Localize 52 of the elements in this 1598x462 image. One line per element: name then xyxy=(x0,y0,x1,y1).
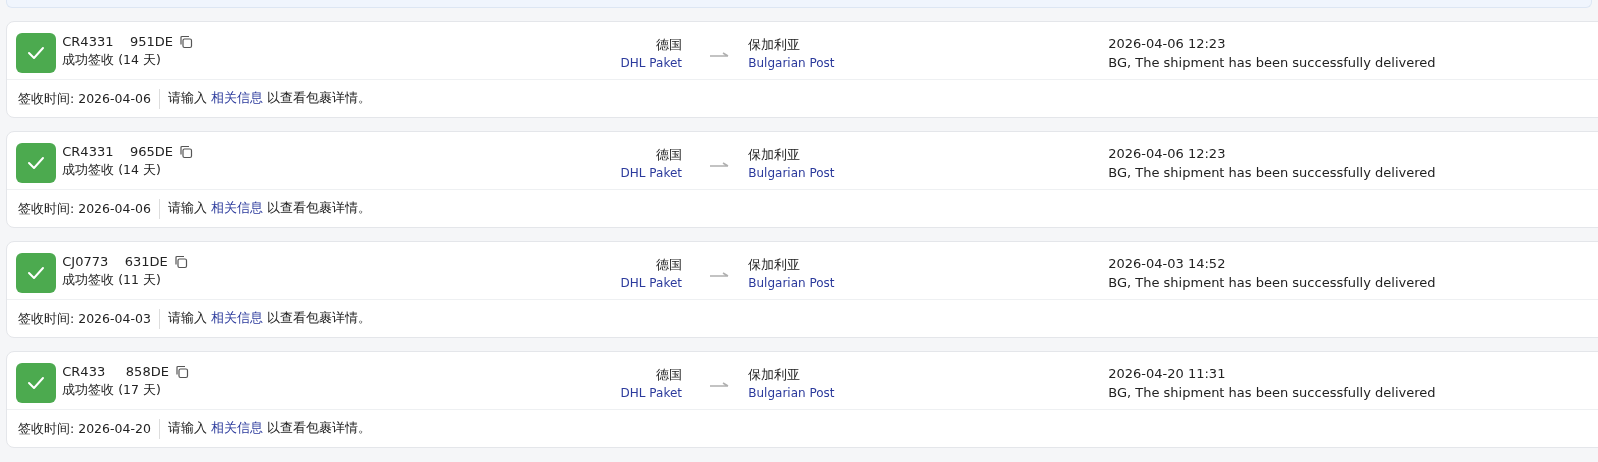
info-link[interactable]: 相关信息 xyxy=(210,310,263,326)
tracking-number: CJ0773 631DE xyxy=(62,253,168,271)
origin-carrier: DHL Paket xyxy=(620,386,682,400)
status-text: 成功签收 (14 天) xyxy=(62,161,162,179)
event-time: 2026-04-20 11:31 xyxy=(1108,366,1226,381)
arrow-icon xyxy=(710,52,730,58)
origin-country: 德国 xyxy=(656,367,682,382)
event-description: BG, The shipment has been successfully delivered xyxy=(1108,275,1436,290)
copy-icon[interactable] xyxy=(174,255,189,269)
detail-hint: 请输入 相关信息 以查看包裹详情。 xyxy=(167,89,371,108)
event-time: 2026-04-06 12:23 xyxy=(1108,36,1226,51)
event-time: 2026-04-06 12:23 xyxy=(1108,146,1226,161)
event-description: BG, The shipment has been successfully delivered xyxy=(1108,385,1436,400)
event-time: 2026-04-03 14:52 xyxy=(1108,256,1226,271)
destination-country: 保加利亚 xyxy=(748,257,801,272)
received-date: 签收时间: 2026-04-20 xyxy=(18,418,160,439)
tracking-number: CR4331 965DE xyxy=(62,143,173,161)
origin-country: 德国 xyxy=(656,257,682,272)
origin-country: 德国 xyxy=(656,37,682,52)
info-link[interactable]: 相关信息 xyxy=(210,90,263,106)
tracking-number: CR4331 951DE xyxy=(62,33,173,51)
detail-hint: 请输入 相关信息 以查看包裹详情。 xyxy=(167,419,371,438)
copy-icon[interactable] xyxy=(179,35,194,49)
destination-carrier: Bulgarian Post xyxy=(748,386,835,400)
status-text: 成功签收 (14 天) xyxy=(62,51,162,69)
detail-hint: 请输入 相关信息 以查看包裹详情。 xyxy=(167,199,371,218)
destination-carrier: Bulgarian Post xyxy=(748,166,835,180)
destination-country: 保加利亚 xyxy=(748,37,801,52)
copy-icon[interactable] xyxy=(179,145,194,159)
received-date: 签收时间: 2026-04-06 xyxy=(18,88,160,109)
origin-carrier: DHL Paket xyxy=(620,56,682,70)
destination-country: 保加利亚 xyxy=(748,367,801,382)
arrow-icon xyxy=(710,162,730,168)
origin-carrier: DHL Paket xyxy=(620,166,682,180)
received-date: 签收时间: 2026-04-06 xyxy=(18,198,160,219)
destination-carrier: Bulgarian Post xyxy=(748,56,835,70)
arrow-icon xyxy=(710,382,730,388)
info-link[interactable]: 相关信息 xyxy=(210,200,263,216)
detail-hint: 请输入 相关信息 以查看包裹详情。 xyxy=(167,309,371,328)
arrow-icon xyxy=(710,272,730,278)
origin-carrier: DHL Paket xyxy=(620,276,682,290)
status-text: 成功签收 (17 天) xyxy=(62,381,162,399)
info-link[interactable]: 相关信息 xyxy=(210,420,263,436)
received-date: 签收时间: 2026-04-03 xyxy=(18,308,160,329)
tracking-number: CR433 858DE xyxy=(62,363,169,381)
destination-carrier: Bulgarian Post xyxy=(748,276,835,290)
event-description: BG, The shipment has been successfully delivered xyxy=(1108,55,1436,70)
event-description: BG, The shipment has been successfully delivered xyxy=(1108,165,1436,180)
destination-country: 保加利亚 xyxy=(748,147,801,162)
copy-icon[interactable] xyxy=(175,365,190,379)
status-text: 成功签收 (11 天) xyxy=(62,271,162,289)
origin-country: 德国 xyxy=(656,147,682,162)
